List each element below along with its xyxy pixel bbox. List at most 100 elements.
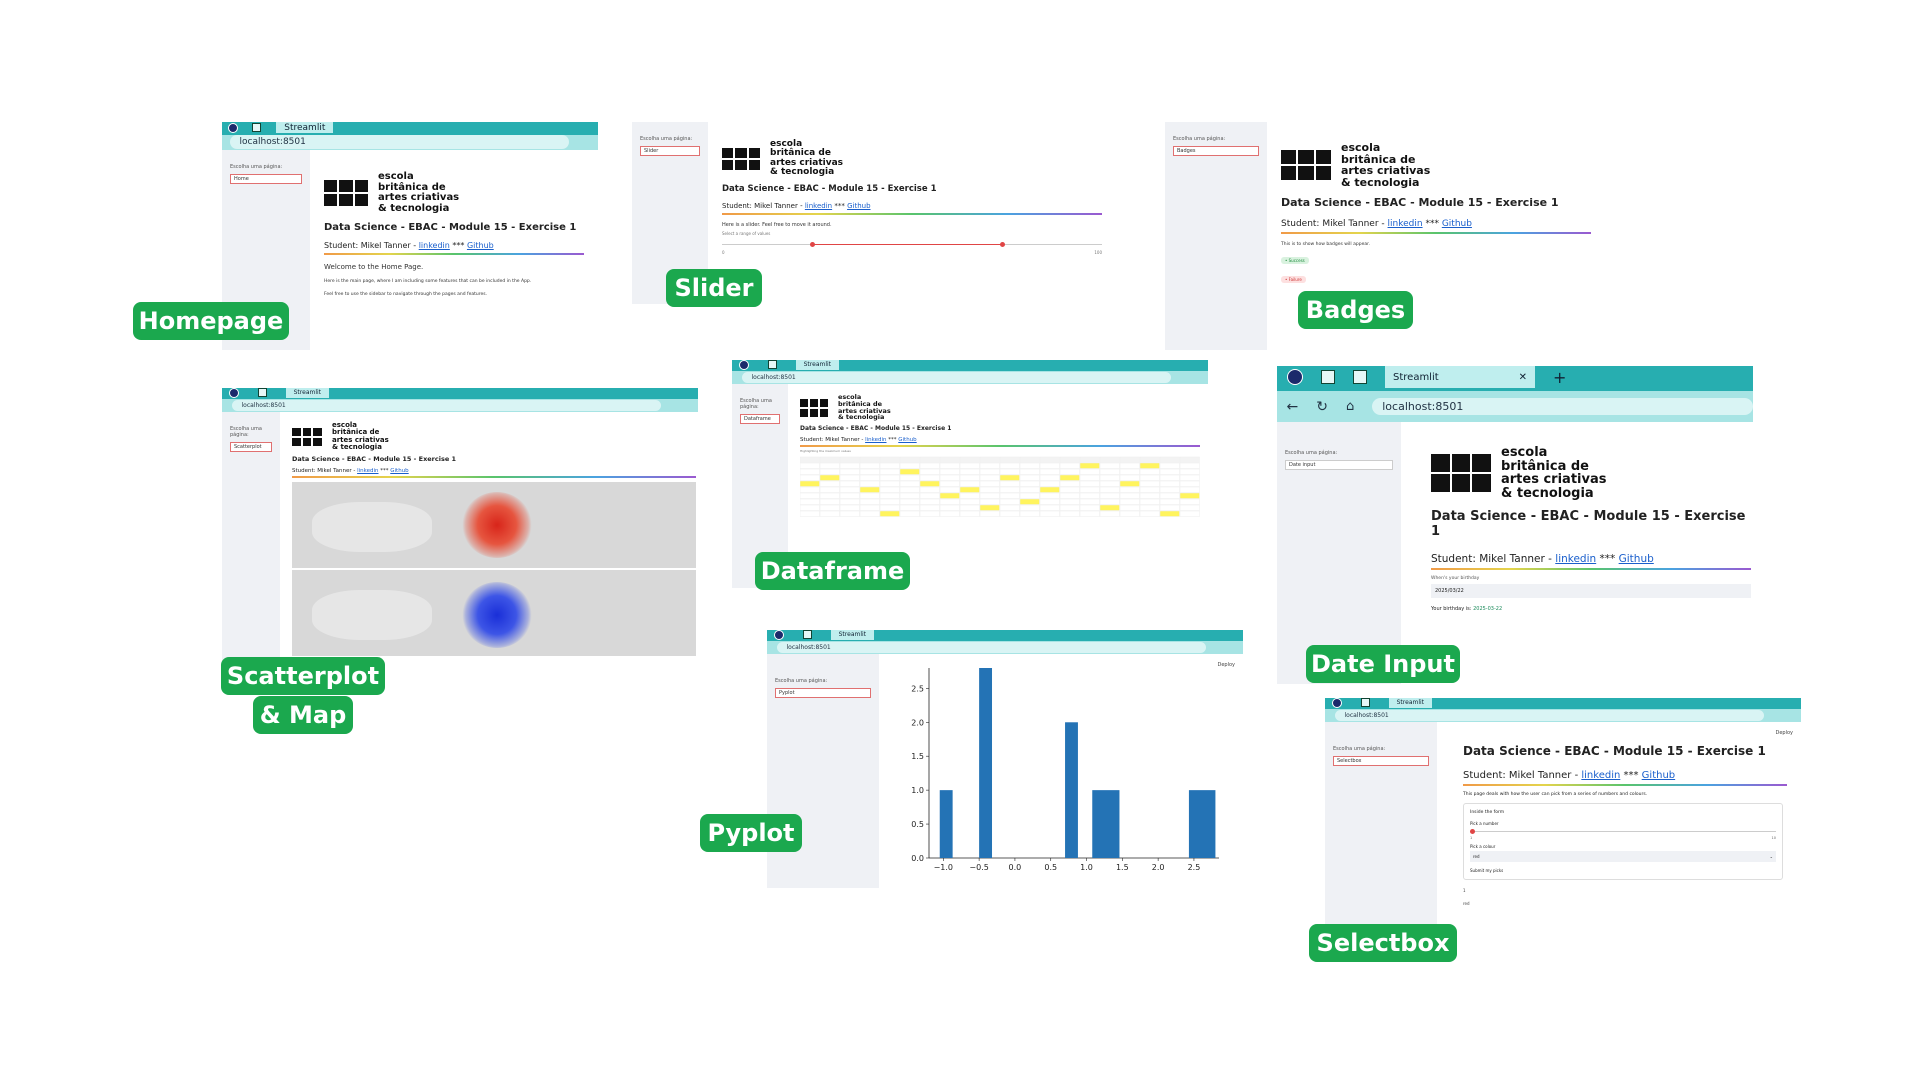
df-cell[interactable] [1099,469,1120,475]
df-cell[interactable] [1099,499,1120,505]
tabs-icon[interactable] [802,630,812,640]
slider-handle-low[interactable] [810,241,815,247]
df-cell[interactable] [919,505,940,511]
browser-tab[interactable]: Streamlit [830,630,875,640]
df-cell[interactable] [919,481,940,487]
new-tab-icon[interactable]: + [1553,368,1566,387]
df-cell[interactable] [979,469,1000,475]
df-cell[interactable] [1119,499,1140,505]
df-cell[interactable] [899,475,920,481]
df-cell[interactable] [1119,481,1140,487]
linkedin-link[interactable]: linkedin [1388,219,1423,229]
df-cell[interactable] [1159,481,1180,487]
df-cell[interactable] [1039,481,1060,487]
df-cell[interactable] [859,487,880,493]
github-link[interactable]: Github [1619,553,1654,565]
df-cell[interactable] [879,505,900,511]
linkedin-link[interactable]: linkedin [419,241,450,250]
df-cell[interactable] [979,475,1000,481]
df-cell[interactable] [1019,463,1040,469]
df-cell[interactable] [800,475,820,481]
df-cell[interactable] [1039,469,1060,475]
df-cell[interactable] [1059,505,1080,511]
df-cell[interactable] [819,499,840,505]
df-cell[interactable] [939,493,960,499]
df-cell[interactable] [1079,463,1100,469]
df-cell[interactable] [899,469,920,475]
df-cell[interactable] [999,487,1020,493]
df-cell[interactable] [800,505,820,511]
df-cell[interactable] [839,505,860,511]
df-cell[interactable] [899,463,920,469]
page-select[interactable]: Home [230,174,302,184]
df-cell[interactable] [999,481,1020,487]
df-cell[interactable] [800,487,820,493]
df-cell[interactable] [999,463,1020,469]
home-icon[interactable]: ⌂ [1346,399,1354,414]
df-cell[interactable] [1019,469,1040,475]
df-cell[interactable] [1139,511,1160,517]
df-cell[interactable] [1079,475,1100,481]
df-cell[interactable] [819,511,840,517]
df-cell[interactable] [959,505,980,511]
df-header-cell[interactable] [919,457,940,463]
df-cell[interactable] [919,475,940,481]
df-header-cell[interactable] [1059,457,1080,463]
df-cell[interactable] [1059,475,1080,481]
df-cell[interactable] [1019,499,1040,505]
tabs-icon[interactable] [1321,370,1335,385]
df-cell[interactable] [1099,463,1120,469]
df-header-cell[interactable] [800,457,820,463]
df-cell[interactable] [959,475,980,481]
df-cell[interactable] [859,463,880,469]
df-cell[interactable] [1059,499,1080,505]
df-cell[interactable] [1019,511,1040,517]
number-slider-handle[interactable] [1470,829,1475,834]
df-header-cell[interactable] [1079,457,1100,463]
github-link[interactable]: Github [1442,219,1472,229]
address-bar[interactable]: localhost:8501 [1372,398,1753,416]
address-bar[interactable]: localhost:8501 [229,135,569,150]
df-cell[interactable] [1179,475,1200,481]
df-header-cell[interactable] [879,457,900,463]
df-cell[interactable] [939,475,960,481]
df-cell[interactable] [859,475,880,481]
df-cell[interactable] [1039,511,1060,517]
df-cell[interactable] [879,469,900,475]
df-header-cell[interactable] [979,457,1000,463]
df-cell[interactable] [1159,463,1180,469]
df-cell[interactable] [999,469,1020,475]
df-cell[interactable] [1079,487,1100,493]
df-cell[interactable] [1019,493,1040,499]
df-cell[interactable] [819,481,840,487]
df-cell[interactable] [939,511,960,517]
github-link[interactable]: Github [898,437,916,443]
df-cell[interactable] [1039,475,1060,481]
df-cell[interactable] [1139,481,1160,487]
df-cell[interactable] [919,469,940,475]
df-cell[interactable] [1079,493,1100,499]
df-cell[interactable] [1159,487,1180,493]
df-cell[interactable] [1139,463,1160,469]
df-cell[interactable] [999,511,1020,517]
browser-tab[interactable]: Streamlit ✕ [1385,366,1535,389]
profile-icon[interactable] [229,388,240,398]
tabs-icon[interactable] [1360,698,1370,708]
df-cell[interactable] [859,469,880,475]
df-cell[interactable] [879,463,900,469]
df-cell[interactable] [879,475,900,481]
df-cell[interactable] [859,499,880,505]
df-cell[interactable] [1159,475,1180,481]
address-bar[interactable]: localhost:8501 [776,641,1206,653]
profile-icon[interactable] [1287,369,1303,386]
df-cell[interactable] [959,481,980,487]
df-cell[interactable] [939,499,960,505]
address-bar[interactable]: localhost:8501 [1334,709,1764,721]
github-link[interactable]: Github [1642,770,1675,781]
df-cell[interactable] [1139,499,1160,505]
df-cell[interactable] [1179,511,1200,517]
df-cell[interactable] [959,463,980,469]
tabs-icon[interactable] [767,360,777,370]
df-cell[interactable] [859,493,880,499]
df-cell[interactable] [1179,505,1200,511]
